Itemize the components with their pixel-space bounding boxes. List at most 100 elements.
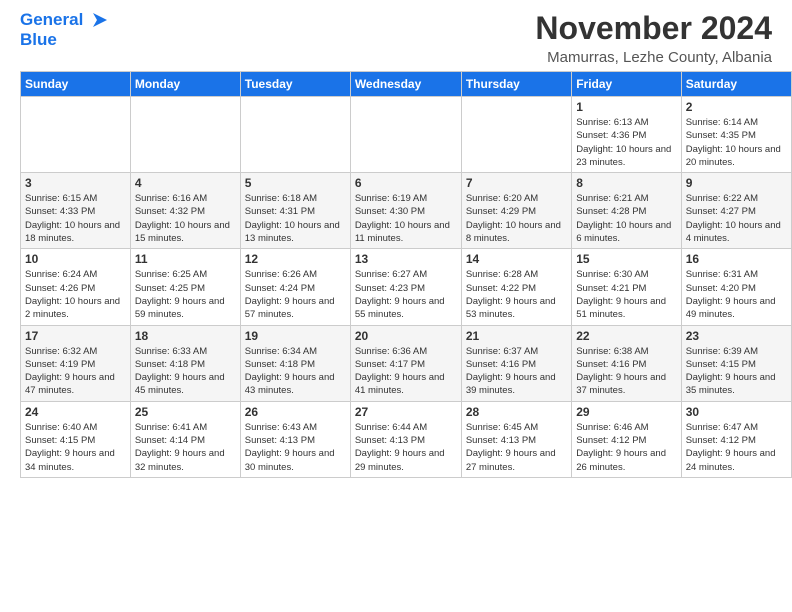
calendar-day: 25Sunrise: 6:41 AM Sunset: 4:14 PM Dayli… [130,401,240,477]
day-number: 13 [355,252,457,266]
calendar-day: 14 Sunrise: 6:28 AM Sunset: 4:22 PM Dayli… [461,249,571,325]
day-number: 9 [686,176,787,190]
calendar-header-row: Sunday Monday Tuesday Wednesday Thursday… [21,72,792,97]
calendar-week-row: 17Sunrise: 6:32 AM Sunset: 4:19 PM Dayli… [21,325,792,401]
header: General Blue November 2024 Mamurras, Lez… [0,0,792,71]
day-number: 2 [686,100,787,114]
day-info: Sunrise: 6:14 AM Sunset: 4:35 PM Dayligh… [686,116,787,169]
calendar-day [130,97,240,173]
day-number: 22 [576,329,676,343]
calendar-day: 29 Sunrise: 6:46 AM Sunset: 4:12 PM Dayli… [572,401,681,477]
calendar-day: 3Sunrise: 6:15 AM Sunset: 4:33 PM Daylig… [21,173,131,249]
calendar-day: 6 Sunrise: 6:19 AM Sunset: 4:30 PM Daylig… [350,173,461,249]
day-number: 21 [466,329,567,343]
day-number: 19 [245,329,346,343]
day-info: Sunrise: 6:27 AM Sunset: 4:23 PM Dayligh… [355,268,457,321]
day-number: 17 [25,329,126,343]
calendar-day: 21 Sunrise: 6:37 AM Sunset: 4:16 PM Dayli… [461,325,571,401]
day-number: 6 [355,176,457,190]
calendar-day: 26 Sunrise: 6:43 AM Sunset: 4:13 PM Dayli… [240,401,350,477]
day-info: Sunrise: 6:28 AM Sunset: 4:22 PM Dayligh… [466,268,567,321]
day-number: 12 [245,252,346,266]
logo: General Blue [20,10,107,51]
calendar-container: Sunday Monday Tuesday Wednesday Thursday… [0,71,792,483]
calendar-day: 10Sunrise: 6:24 AM Sunset: 4:26 PM Dayli… [21,249,131,325]
day-number: 3 [25,176,126,190]
day-info: Sunrise: 6:20 AM Sunset: 4:29 PM Dayligh… [466,192,567,245]
day-info: Sunrise: 6:22 AM Sunset: 4:27 PM Dayligh… [686,192,787,245]
day-number: 24 [25,405,126,419]
calendar-day: 19 Sunrise: 6:34 AM Sunset: 4:18 PM Dayli… [240,325,350,401]
calendar-day: 1Sunrise: 6:13 AM Sunset: 4:36 PM Daylig… [572,97,681,173]
day-info: Sunrise: 6:34 AM Sunset: 4:18 PM Dayligh… [245,345,346,398]
day-info: Sunrise: 6:31 AM Sunset: 4:20 PM Dayligh… [686,268,787,321]
day-info: Sunrise: 6:38 AM Sunset: 4:16 PM Dayligh… [576,345,676,398]
day-info: Sunrise: 6:26 AM Sunset: 4:24 PM Dayligh… [245,268,346,321]
location: Mamurras, Lezhe County, Albania [535,49,772,66]
calendar-day: 13 Sunrise: 6:27 AM Sunset: 4:23 PM Dayli… [350,249,461,325]
day-info: Sunrise: 6:19 AM Sunset: 4:30 PM Dayligh… [355,192,457,245]
day-info: Sunrise: 6:16 AM Sunset: 4:32 PM Dayligh… [135,192,236,245]
calendar-day [461,97,571,173]
day-info: Sunrise: 6:39 AM Sunset: 4:15 PM Dayligh… [686,345,787,398]
calendar-day: 17Sunrise: 6:32 AM Sunset: 4:19 PM Dayli… [21,325,131,401]
title-area: November 2024 Mamurras, Lezhe County, Al… [535,10,772,66]
day-number: 15 [576,252,676,266]
calendar-day [240,97,350,173]
calendar-day: 11 Sunrise: 6:25 AM Sunset: 4:25 PM Dayli… [130,249,240,325]
col-monday: Monday [130,72,240,97]
day-number: 1 [576,100,676,114]
day-number: 10 [25,252,126,266]
day-number: 28 [466,405,567,419]
day-info: Sunrise: 6:41 AM Sunset: 4:14 PM Dayligh… [135,421,236,474]
calendar-day [350,97,461,173]
day-number: 26 [245,405,346,419]
calendar-day: 9 Sunrise: 6:22 AM Sunset: 4:27 PM Daylig… [681,173,791,249]
calendar-day: 28 Sunrise: 6:45 AM Sunset: 4:13 PM Dayli… [461,401,571,477]
day-info: Sunrise: 6:43 AM Sunset: 4:13 PM Dayligh… [245,421,346,474]
calendar-day: 24 Sunrise: 6:40 AM Sunset: 4:15 PM Dayli… [21,401,131,477]
logo-general: General [20,10,83,30]
calendar-day: 4 Sunrise: 6:16 AM Sunset: 4:32 PM Daylig… [130,173,240,249]
calendar-day: 2 Sunrise: 6:14 AM Sunset: 4:35 PM Daylig… [681,97,791,173]
day-number: 27 [355,405,457,419]
calendar-day: 8 Sunrise: 6:21 AM Sunset: 4:28 PM Daylig… [572,173,681,249]
day-number: 14 [466,252,567,266]
calendar-day: 23Sunrise: 6:39 AM Sunset: 4:15 PM Dayli… [681,325,791,401]
col-tuesday: Tuesday [240,72,350,97]
day-number: 11 [135,252,236,266]
day-number: 8 [576,176,676,190]
day-info: Sunrise: 6:25 AM Sunset: 4:25 PM Dayligh… [135,268,236,321]
day-number: 29 [576,405,676,419]
day-info: Sunrise: 6:46 AM Sunset: 4:12 PM Dayligh… [576,421,676,474]
day-number: 16 [686,252,787,266]
day-number: 20 [355,329,457,343]
day-info: Sunrise: 6:45 AM Sunset: 4:13 PM Dayligh… [466,421,567,474]
day-number: 7 [466,176,567,190]
calendar-day: 7 Sunrise: 6:20 AM Sunset: 4:29 PM Daylig… [461,173,571,249]
day-info: Sunrise: 6:30 AM Sunset: 4:21 PM Dayligh… [576,268,676,321]
logo-bird-icon [85,11,107,29]
day-info: Sunrise: 6:33 AM Sunset: 4:18 PM Dayligh… [135,345,236,398]
col-wednesday: Wednesday [350,72,461,97]
calendar-day: 16 Sunrise: 6:31 AM Sunset: 4:20 PM Dayli… [681,249,791,325]
calendar-day: 15 Sunrise: 6:30 AM Sunset: 4:21 PM Dayli… [572,249,681,325]
calendar-day: 30Sunrise: 6:47 AM Sunset: 4:12 PM Dayli… [681,401,791,477]
day-info: Sunrise: 6:40 AM Sunset: 4:15 PM Dayligh… [25,421,126,474]
col-sunday: Sunday [21,72,131,97]
calendar-week-row: 1Sunrise: 6:13 AM Sunset: 4:36 PM Daylig… [21,97,792,173]
logo-blue: Blue [20,30,57,50]
day-info: Sunrise: 6:44 AM Sunset: 4:13 PM Dayligh… [355,421,457,474]
calendar-day: 12 Sunrise: 6:26 AM Sunset: 4:24 PM Dayli… [240,249,350,325]
calendar-week-row: 3Sunrise: 6:15 AM Sunset: 4:33 PM Daylig… [21,173,792,249]
day-info: Sunrise: 6:37 AM Sunset: 4:16 PM Dayligh… [466,345,567,398]
calendar-day: 5Sunrise: 6:18 AM Sunset: 4:31 PM Daylig… [240,173,350,249]
col-friday: Friday [572,72,681,97]
col-saturday: Saturday [681,72,791,97]
day-info: Sunrise: 6:36 AM Sunset: 4:17 PM Dayligh… [355,345,457,398]
day-number: 4 [135,176,236,190]
day-info: Sunrise: 6:21 AM Sunset: 4:28 PM Dayligh… [576,192,676,245]
calendar-week-row: 24 Sunrise: 6:40 AM Sunset: 4:15 PM Dayli… [21,401,792,477]
month-title: November 2024 [535,10,772,47]
day-number: 30 [686,405,787,419]
